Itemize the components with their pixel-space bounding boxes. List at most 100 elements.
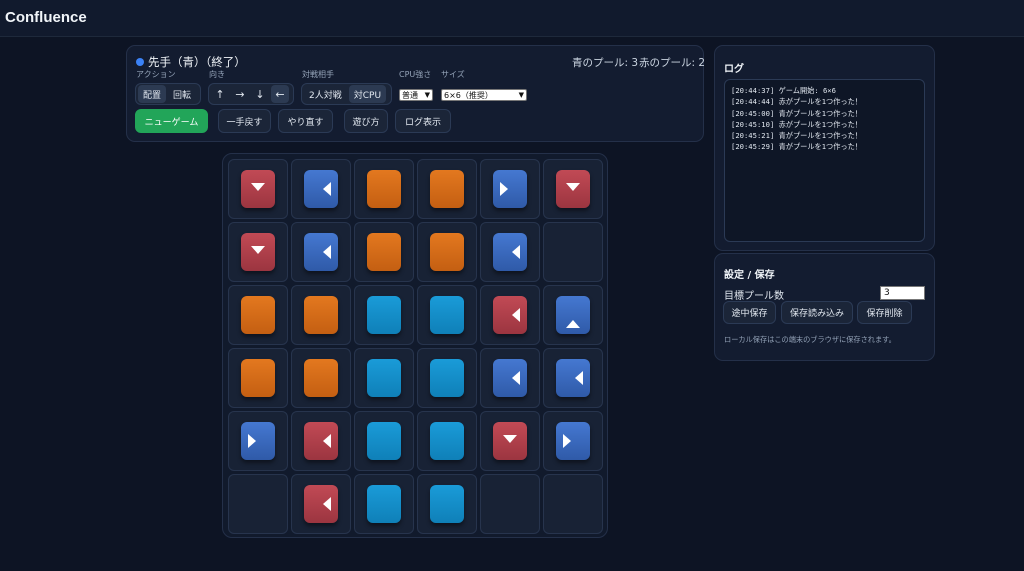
undo-button[interactable]: 一手戻す — [218, 109, 271, 133]
top-bar: Confluence — [0, 0, 1024, 37]
board-cell[interactable] — [291, 411, 351, 471]
direction-down-button[interactable]: ↓ — [251, 85, 269, 103]
board-cell[interactable] — [543, 222, 603, 282]
cpu-strength-value: 普通 — [402, 90, 418, 100]
game-board — [228, 159, 603, 534]
arrow-left-icon — [575, 371, 583, 385]
board-cell[interactable] — [417, 159, 477, 219]
new-game-button[interactable]: ニューゲーム — [135, 109, 208, 133]
arrow-down-icon — [251, 183, 265, 191]
action-rotate-button[interactable]: 回転 — [168, 85, 196, 103]
target-pools-label: 目標プール数 — [724, 291, 784, 302]
board-size-select[interactable]: 6×6（推奨） ▼ — [441, 89, 527, 101]
board-cell[interactable] — [291, 285, 351, 345]
action-label: アクション — [136, 70, 176, 79]
blue-tile — [556, 296, 590, 334]
chevron-down-icon: ▼ — [518, 91, 524, 99]
board-size-label: サイズ — [441, 70, 465, 79]
orange-tile — [430, 170, 464, 208]
board-cell[interactable] — [228, 285, 288, 345]
board-cell[interactable] — [354, 222, 414, 282]
opponent-toggle: 2人対戦 対CPU — [301, 83, 392, 105]
board-cell[interactable] — [417, 411, 477, 471]
red-tile — [493, 296, 527, 334]
board-cell[interactable] — [417, 474, 477, 534]
board-cell[interactable] — [228, 222, 288, 282]
board-cell[interactable] — [228, 348, 288, 408]
board-cell[interactable] — [417, 222, 477, 282]
cpu-strength-select[interactable]: 普通 ▼ — [399, 89, 433, 101]
load-save-button[interactable]: 保存読み込み — [781, 301, 853, 324]
board-cell[interactable] — [480, 411, 540, 471]
direction-up-button[interactable]: ↑ — [211, 85, 229, 103]
board-cell[interactable] — [417, 348, 477, 408]
orange-tile — [367, 170, 401, 208]
board-cell[interactable] — [291, 348, 351, 408]
board-cell[interactable] — [480, 474, 540, 534]
chevron-down-icon: ▼ — [424, 91, 430, 99]
redo-button[interactable]: やり直す — [278, 109, 333, 133]
board-cell[interactable] — [543, 348, 603, 408]
red-tile — [304, 422, 338, 460]
board-cell[interactable] — [354, 474, 414, 534]
board-cell[interactable] — [354, 411, 414, 471]
board-cell[interactable] — [354, 348, 414, 408]
arrow-left-icon — [512, 371, 520, 385]
board-cell[interactable] — [228, 411, 288, 471]
blue-pool-count: 青のプール: 3 — [572, 57, 639, 69]
turn-status: 先手（青）（終了） — [148, 55, 246, 69]
direction-left-button[interactable]: ← — [271, 85, 289, 103]
board-cell[interactable] — [228, 474, 288, 534]
board-cell[interactable] — [480, 222, 540, 282]
arrow-left-icon — [323, 182, 331, 196]
red-tile — [556, 170, 590, 208]
log-entry: [20:44:37] ゲーム開始: 6×6 — [731, 86, 836, 95]
board-cell[interactable] — [480, 159, 540, 219]
board-cell[interactable] — [543, 285, 603, 345]
show-log-button[interactable]: ログ表示 — [395, 109, 451, 133]
cyan-tile — [430, 359, 464, 397]
board-cell[interactable] — [543, 159, 603, 219]
delete-save-button[interactable]: 保存削除 — [857, 301, 912, 324]
settings-title: 設定 / 保存 — [724, 270, 775, 281]
target-pools-input[interactable] — [880, 286, 925, 300]
board-cell[interactable] — [417, 285, 477, 345]
app-title: Confluence — [5, 9, 87, 26]
save-progress-button[interactable]: 途中保存 — [723, 301, 776, 324]
log-title: ログ — [724, 64, 744, 75]
arrow-left-icon — [323, 245, 331, 259]
action-toggle: 配置 回転 — [135, 83, 201, 105]
settings-panel: 設定 / 保存 目標プール数 途中保存 保存読み込み 保存削除 ローカル保存はこ… — [714, 253, 935, 361]
board-cell[interactable] — [291, 222, 351, 282]
arrow-up-icon — [566, 320, 580, 328]
direction-right-button[interactable]: → — [231, 85, 249, 103]
log-entry: [20:44:44] 赤がプールを1つ作った！ — [731, 97, 862, 107]
vs-cpu-button[interactable]: 対CPU — [348, 85, 387, 103]
board-cell[interactable] — [228, 159, 288, 219]
action-place-button[interactable]: 配置 — [138, 85, 167, 103]
arrow-left-icon — [323, 434, 331, 448]
board-cell[interactable] — [291, 159, 351, 219]
board-cell[interactable] — [291, 474, 351, 534]
board-cell[interactable] — [543, 474, 603, 534]
how-to-play-button[interactable]: 遊び方 — [344, 109, 388, 133]
cyan-tile — [367, 296, 401, 334]
board-cell[interactable] — [480, 348, 540, 408]
two-player-button[interactable]: 2人対戦 — [304, 85, 347, 103]
cpu-strength-label: CPU強さ — [399, 70, 432, 79]
cyan-tile — [430, 422, 464, 460]
board-cell[interactable] — [480, 285, 540, 345]
blue-tile — [556, 359, 590, 397]
cyan-tile — [367, 359, 401, 397]
board-cell[interactable] — [543, 411, 603, 471]
board-panel — [222, 153, 608, 538]
red-pool-count: 赤のプール: 2 — [639, 57, 706, 69]
board-cell[interactable] — [354, 285, 414, 345]
blue-tile — [493, 170, 527, 208]
board-cell[interactable] — [354, 159, 414, 219]
log-entry: [20:45:10] 赤がプールを1つ作った！ — [731, 119, 862, 129]
direction-label: 向き — [209, 70, 225, 79]
turn-indicator-dot — [136, 58, 144, 66]
log-box[interactable]: [20:44:37] ゲーム開始: 6×6 [20:44:44] 赤がプールを1… — [724, 79, 925, 242]
cyan-tile — [367, 422, 401, 460]
